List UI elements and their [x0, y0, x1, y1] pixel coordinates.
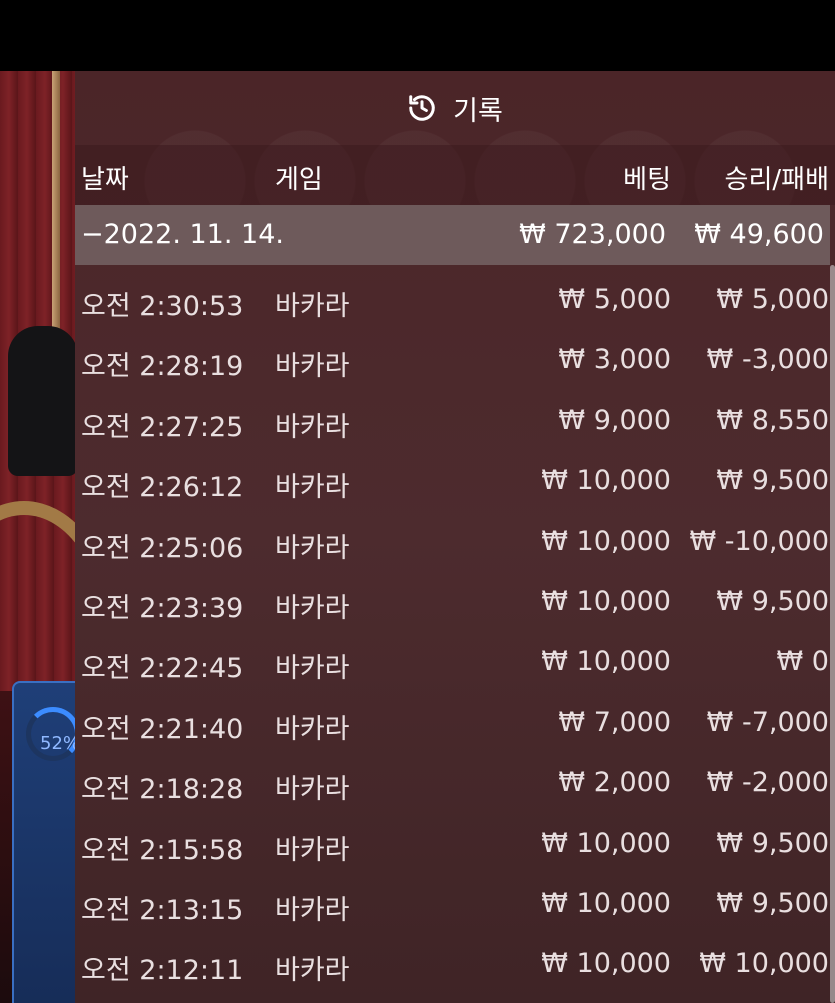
history-icon [407, 93, 437, 123]
history-rows: 오전 2:30:53 바카라 ₩ 5,000 ₩ 5,000 오전 2:28:1… [75, 271, 835, 996]
summary-date: −2022. 11. 14. [81, 219, 284, 250]
row-bet: ₩ 10,000 [541, 465, 671, 497]
row-time: 오전 2:21:40 [81, 713, 244, 745]
date-group-row[interactable]: −2022. 11. 14. ₩ 723,000 ₩ 49,600 [75, 205, 830, 265]
row-win-loss: ₩ -7,000 [706, 706, 829, 738]
row-bet: ₩ 7,000 [558, 706, 671, 738]
row-bet: ₩ 10,000 [541, 646, 671, 678]
table-row[interactable]: 오전 2:12:11 바카라 ₩ 10,000 ₩ 10,000 [75, 935, 835, 995]
table-row[interactable]: 오전 2:26:12 바카라 ₩ 10,000 ₩ 9,500 [75, 452, 835, 512]
column-header-win-loss: 승리/패배 [724, 165, 829, 195]
table-row[interactable]: 오전 2:28:19 바카라 ₩ 3,000 ₩ -3,000 [75, 331, 835, 391]
row-bet: ₩ 10,000 [541, 585, 671, 617]
row-game: 바카라 [275, 532, 350, 564]
column-header-date: 날짜 [81, 165, 129, 195]
row-time: 오전 2:26:12 [81, 472, 244, 504]
row-bet: ₩ 3,000 [558, 344, 671, 376]
row-time: 오전 2:30:53 [81, 291, 244, 322]
row-game: 바카라 [275, 653, 350, 685]
row-win-loss: ₩ -3,000 [706, 344, 829, 376]
row-time: 오전 2:15:58 [81, 834, 244, 866]
row-win-loss: ₩ 9,500 [716, 465, 829, 497]
table-row[interactable]: 오전 2:13:15 바카라 ₩ 10,000 ₩ 9,500 [75, 875, 835, 935]
row-bet: ₩ 2,000 [558, 767, 671, 799]
row-bet: ₩ 10,000 [541, 887, 671, 919]
table-row[interactable]: 오전 2:27:25 바카라 ₩ 9,000 ₩ 8,550 [75, 392, 835, 452]
panel-title: 기록 [453, 95, 503, 127]
row-win-loss: ₩ 0 [776, 646, 829, 678]
row-win-loss: ₩ 10,000 [699, 948, 829, 980]
row-time: 오전 2:27:25 [81, 411, 244, 443]
row-win-loss: ₩ 5,000 [716, 284, 829, 315]
row-time: 오전 2:22:45 [81, 653, 244, 685]
column-header-bet: 베팅 [623, 165, 671, 195]
row-bet: ₩ 9,000 [558, 404, 671, 436]
row-game: 바카라 [275, 894, 350, 926]
row-bet: ₩ 10,000 [541, 827, 671, 859]
row-game: 바카라 [275, 713, 350, 745]
row-game: 바카라 [275, 774, 350, 806]
table-row[interactable]: 오전 2:21:40 바카라 ₩ 7,000 ₩ -7,000 [75, 694, 835, 754]
table-row[interactable]: 오전 2:18:28 바카라 ₩ 2,000 ₩ -2,000 [75, 754, 835, 814]
table-row[interactable]: 오전 2:23:39 바카라 ₩ 10,000 ₩ 9,500 [75, 573, 835, 633]
table-row[interactable]: 오전 2:22:45 바카라 ₩ 10,000 ₩ 0 [75, 633, 835, 693]
row-game: 바카라 [275, 472, 350, 504]
row-time: 오전 2:23:39 [81, 592, 244, 624]
table-row[interactable]: 오전 2:15:58 바카라 ₩ 10,000 ₩ 9,500 [75, 815, 835, 875]
table-row[interactable]: 오전 2:30:53 바카라 ₩ 5,000 ₩ 5,000 [75, 271, 835, 331]
row-game: 바카라 [275, 411, 350, 443]
row-game: 바카라 [275, 834, 350, 866]
history-panel: 기록 날짜 게임 베팅 승리/패배 −2022. 11. 14. ₩ 723,0… [75, 71, 835, 1003]
progress-label: 52% [40, 733, 81, 754]
row-time: 오전 2:12:11 [81, 955, 244, 987]
row-win-loss: ₩ -10,000 [689, 525, 830, 557]
column-header-game: 게임 [275, 165, 323, 195]
row-time: 오전 2:18:28 [81, 774, 244, 806]
row-time: 오전 2:25:06 [81, 532, 244, 564]
row-time: 오전 2:28:19 [81, 351, 244, 383]
screen: 52% 기록 날짜 게임 베팅 승리/패배 −2022. 11. 14. ₩ 7… [0, 0, 835, 1003]
row-game: 바카라 [275, 955, 350, 987]
row-bet: ₩ 10,000 [541, 948, 671, 980]
column-headers: 날짜 게임 베팅 승리/패배 [75, 145, 835, 205]
row-game: 바카라 [275, 351, 350, 383]
panel-header: 기록 [75, 71, 835, 145]
row-win-loss: ₩ 9,500 [716, 827, 829, 859]
row-game: 바카라 [275, 592, 350, 624]
row-win-loss: ₩ 8,550 [716, 404, 829, 436]
row-win-loss: ₩ 9,500 [716, 585, 829, 617]
dealer-figure [8, 326, 78, 476]
summary-bet-total: ₩ 723,000 [519, 219, 666, 250]
summary-win-loss-total: ₩ 49,600 [694, 219, 824, 250]
table-row[interactable]: 오전 2:25:06 바카라 ₩ 10,000 ₩ -10,000 [75, 513, 835, 573]
row-game: 바카라 [275, 291, 350, 322]
scrollbar[interactable] [830, 265, 835, 1003]
top-black-bar [0, 0, 835, 71]
row-bet: ₩ 5,000 [558, 284, 671, 315]
row-win-loss: ₩ 9,500 [716, 887, 829, 919]
row-win-loss: ₩ -2,000 [706, 767, 829, 799]
row-time: 오전 2:13:15 [81, 894, 244, 926]
row-bet: ₩ 10,000 [541, 525, 671, 557]
